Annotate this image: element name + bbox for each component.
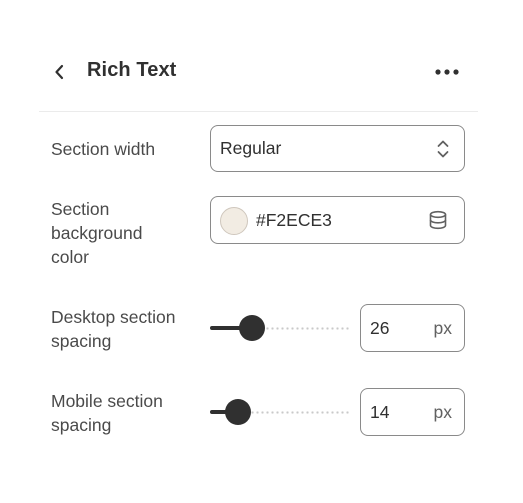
desktop-spacing-slider[interactable] [210, 315, 350, 341]
desktop-spacing-value: 26 [370, 318, 390, 338]
horizontal-dots-icon [435, 69, 459, 75]
unit-label: px [433, 402, 452, 422]
label-line: Mobile section [51, 391, 163, 411]
color-swatch[interactable] [220, 207, 248, 235]
chevron-left-icon [55, 64, 64, 80]
database-icon[interactable] [428, 210, 448, 230]
color-hex-value: #F2ECE3 [256, 210, 332, 230]
desktop-spacing-input[interactable]: 26 px [360, 304, 465, 352]
desktop-spacing-label: Desktop section spacing [51, 305, 176, 353]
chevron-up-down-icon [437, 140, 449, 158]
background-color-field[interactable]: #F2ECE3 [210, 196, 465, 244]
section-width-select[interactable]: Regular [210, 125, 465, 172]
background-color-label: Section background color [51, 197, 142, 269]
label-line: Section [51, 199, 110, 219]
slider-thumb[interactable] [225, 399, 251, 425]
mobile-spacing-input[interactable]: 14 px [360, 388, 465, 436]
section-width-value: Regular [220, 138, 282, 158]
label-line: Desktop section [51, 307, 176, 327]
header-divider [39, 111, 478, 112]
mobile-spacing-label: Mobile section spacing [51, 389, 163, 437]
more-actions-button[interactable] [432, 60, 462, 84]
label-line: background [51, 223, 143, 243]
label-line: color [51, 247, 89, 267]
label-line: spacing [51, 415, 112, 435]
panel-header: Rich Text [0, 0, 523, 112]
mobile-spacing-slider[interactable] [210, 399, 350, 425]
page-title: Rich Text [87, 59, 177, 81]
section-width-label: Section width [51, 139, 156, 159]
mobile-spacing-value: 14 [370, 402, 390, 422]
back-button[interactable] [48, 60, 72, 84]
unit-label: px [433, 318, 452, 338]
label-line: spacing [51, 331, 112, 351]
slider-thumb[interactable] [239, 315, 265, 341]
